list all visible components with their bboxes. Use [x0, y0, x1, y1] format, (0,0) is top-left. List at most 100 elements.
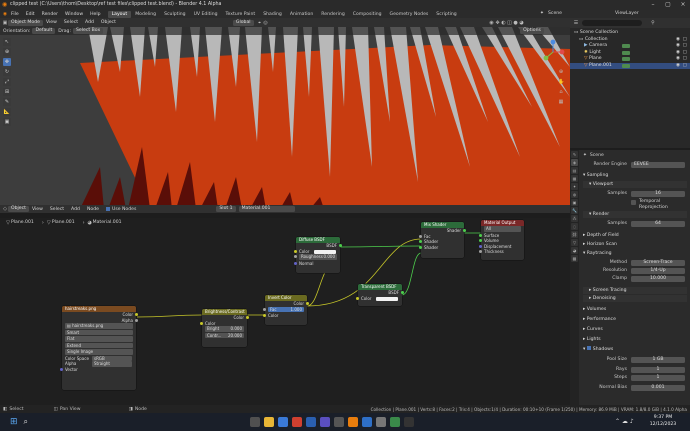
resolution-dropdown[interactable]: 1/4-Up — [631, 268, 685, 274]
volumes-panel[interactable]: ▸ Volumes — [583, 306, 687, 313]
close-icon[interactable]: × — [676, 1, 690, 9]
file-explorer-icon[interactable] — [264, 417, 274, 427]
filter-icon[interactable]: ⚲ — [650, 20, 656, 26]
pool-size-dropdown[interactable]: 1 GB — [631, 357, 685, 363]
slot-dropdown[interactable]: Slot 1 — [216, 206, 236, 212]
cursor-tool-icon[interactable]: ↖ — [3, 38, 11, 46]
scale-tool-icon[interactable]: ⤢ — [3, 78, 11, 86]
menu-render[interactable]: Render — [42, 12, 58, 17]
world-tab-icon[interactable]: ◍ — [571, 191, 578, 198]
menu-file[interactable]: File — [11, 12, 19, 17]
tray-icons[interactable]: ⌃ ☁ ♪ — [615, 418, 634, 425]
node-editor[interactable]: hairstreaks.png Color Alpha ▤ hairstreak… — [0, 218, 570, 405]
performance-panel[interactable]: ▸ Performance — [583, 316, 687, 323]
socket-icon[interactable] — [479, 244, 482, 248]
socket-icon[interactable] — [479, 233, 482, 237]
render-subpanel[interactable]: ▾ Render — [583, 211, 687, 218]
method-dropdown[interactable]: Screen-Trace — [631, 260, 685, 266]
data-tab-icon[interactable]: ▽ — [571, 239, 578, 246]
screen-tracing-subpanel[interactable]: ▸ Screen Tracing — [583, 287, 687, 294]
socket-icon[interactable] — [294, 249, 297, 253]
minimize-icon[interactable]: – — [646, 1, 660, 9]
image-texture-node[interactable]: hairstreaks.png Color Alpha ▤ hairstreak… — [60, 306, 138, 390]
socket-icon[interactable] — [479, 250, 482, 254]
app5-icon[interactable] — [390, 417, 400, 427]
orientation-dropdown[interactable]: Default — [32, 28, 56, 34]
scene-tab-icon[interactable]: ✦ — [571, 183, 578, 190]
app3-icon[interactable] — [362, 417, 372, 427]
clock-date[interactable]: 12/12/2023 — [645, 422, 681, 427]
viewlayer-selector[interactable]: ViewLayer — [615, 11, 639, 16]
app-icon[interactable] — [292, 417, 302, 427]
transform-tool-icon[interactable]: ⊞ — [3, 88, 11, 96]
socket-icon[interactable] — [263, 314, 266, 318]
socket-icon[interactable] — [356, 296, 359, 300]
tool-tab-icon[interactable]: ✎ — [571, 151, 578, 158]
lights-panel[interactable]: ▸ Lights — [583, 336, 687, 343]
socket-icon[interactable] — [479, 239, 482, 243]
word-icon[interactable] — [306, 417, 316, 427]
taskview-icon[interactable] — [250, 417, 260, 427]
curves-panel[interactable]: ▸ Curves — [583, 326, 687, 333]
menu-help[interactable]: Help — [90, 12, 100, 17]
node-menu-select[interactable]: Select — [50, 207, 64, 212]
tab-rendering[interactable]: Rendering — [317, 11, 348, 18]
shadows-checkbox[interactable] — [586, 346, 591, 350]
contrast-field[interactable]: Contr... 20.000 — [205, 332, 244, 338]
clamp-field[interactable]: 10.000 — [631, 276, 685, 282]
tab-shading[interactable]: Shading — [259, 11, 286, 18]
socket-icon[interactable] — [135, 318, 138, 322]
sampling-panel[interactable]: ▾ Sampling — [583, 172, 687, 179]
transparent-bsdf-node[interactable]: Transparent BSDF BSDF Color — [356, 284, 404, 306]
breadcrumb-object[interactable]: Plane.001 — [11, 220, 34, 225]
color-swatch[interactable] — [314, 249, 336, 254]
temporal-checkbox[interactable] — [631, 199, 636, 205]
navigation-gizmo[interactable] — [540, 39, 566, 65]
socket-icon[interactable] — [419, 245, 422, 249]
normal-bias-field[interactable]: 0.001 — [631, 385, 685, 391]
constraints-tab-icon[interactable]: ⛓ — [571, 231, 578, 238]
camera-view-icon[interactable]: ⌂ — [558, 89, 564, 95]
steps-field[interactable]: 1 — [631, 375, 685, 381]
viewport-menu-select[interactable]: Select — [64, 20, 78, 25]
rotate-tool-icon[interactable]: ↻ — [3, 68, 11, 76]
outliner-type-icon[interactable]: ☰ — [573, 20, 579, 26]
mode-dropdown[interactable]: Object Mode — [8, 19, 43, 26]
maximize-icon[interactable]: ▢ — [661, 1, 675, 9]
source-dropdown[interactable]: Single Image — [65, 349, 133, 355]
rays-field[interactable]: 1 — [631, 367, 685, 373]
modifier-tab-icon[interactable]: 🔧 — [571, 207, 578, 214]
denoising-subpanel[interactable]: ▸ Denoising — [583, 295, 687, 302]
viewport-menu-add[interactable]: Add — [85, 20, 94, 25]
outliner-search-input[interactable] — [582, 20, 642, 26]
interpolation-dropdown[interactable]: Smart — [65, 329, 133, 335]
breadcrumb-mesh[interactable]: Plane.001 — [52, 220, 75, 225]
socket-icon[interactable] — [200, 321, 203, 325]
use-nodes-checkbox[interactable] — [105, 207, 110, 211]
scene-selector[interactable]: Scene — [548, 11, 562, 16]
tab-texture-paint[interactable]: Texture Paint — [222, 11, 260, 18]
tab-layout[interactable]: Layout — [107, 10, 132, 18]
blender-menu-icon[interactable]: ◉ — [3, 12, 7, 17]
options-button[interactable]: Options — [520, 28, 544, 34]
tab-uv-editing[interactable]: UV Editing — [190, 11, 222, 18]
socket-icon[interactable] — [419, 234, 422, 238]
particles-tab-icon[interactable]: ⁂ — [571, 215, 578, 222]
tab-compositing[interactable]: Compositing — [349, 11, 386, 18]
proportional-icon[interactable]: ◎ — [263, 20, 269, 26]
shading-material-icon[interactable]: ◕ — [519, 20, 525, 26]
color-swatch[interactable] — [376, 296, 398, 301]
viewport-subpanel[interactable]: ▾ Viewport — [583, 181, 687, 188]
app2-icon[interactable] — [334, 417, 344, 427]
bright-field[interactable]: Bright 0.000 — [205, 326, 244, 332]
menu-edit[interactable]: Edit — [26, 12, 35, 17]
dof-panel[interactable]: ▸ Depth of Field — [583, 232, 687, 239]
tab-animation[interactable]: Animation — [286, 11, 317, 18]
node-menu-add[interactable]: Add — [71, 207, 80, 212]
app6-icon[interactable] — [404, 417, 414, 427]
pan-icon[interactable]: ✋ — [558, 79, 564, 85]
teams-icon[interactable] — [320, 417, 330, 427]
breadcrumb-material[interactable]: Material.001 — [93, 220, 122, 225]
annotate-tool-icon[interactable]: ✎ — [3, 98, 11, 106]
projection-dropdown[interactable]: Flat — [65, 336, 133, 342]
